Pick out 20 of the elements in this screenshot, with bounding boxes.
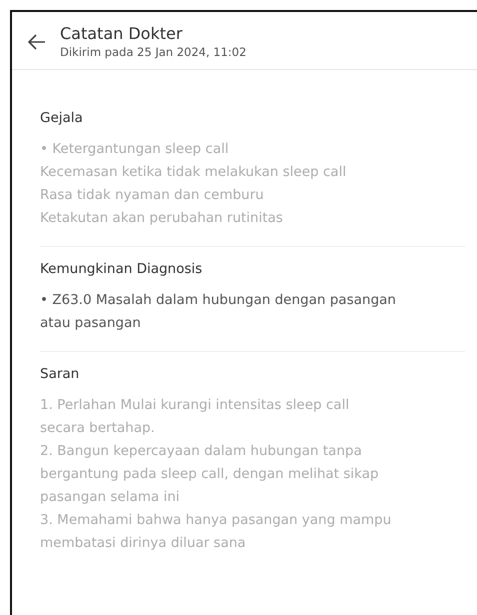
- section-title: Gejala: [40, 110, 84, 126]
- section-text: • Ketergantungan sleep call: [40, 140, 230, 159]
- section-text: bergantung pada sleep call, dengan melihat sikap: [40, 465, 380, 484]
- section-text: 3. Memahami bahwa hanya pasangan yang mampu: [40, 511, 392, 530]
- section-text: Rasa tidak nyaman dan cemburu: [40, 186, 265, 205]
- section-text: Kecemasan ketika tidak melakukan sleep call: [40, 163, 348, 182]
- section-title: Kemungkinan Diagnosis: [40, 261, 204, 277]
- section-text: membatasi dirinya diluar sana: [40, 534, 247, 553]
- sent-date: Dikirim pada 25 Jan 2024, 11:02: [60, 45, 246, 59]
- back-button[interactable]: [28, 34, 46, 50]
- section-text: atau pasangan: [40, 314, 142, 333]
- section-text: 2. Bangun kepercayaan dalam hubungan tanpa: [40, 442, 363, 461]
- section-text: 1. Perlahan Mulai kurangi intensitas sleep call: [40, 396, 350, 415]
- section-text: pasangan selama ini: [40, 488, 181, 507]
- section-text: Ketakutan akan perubahan rutinitas: [40, 209, 284, 228]
- back-arrow-icon: [28, 34, 46, 50]
- section-text: secara bertahap.: [40, 419, 156, 438]
- section-title: Saran: [40, 366, 80, 382]
- section-text: • Z63.0 Masalah dalam hubungan dengan pasangan: [40, 291, 397, 310]
- page-title: Catatan Dokter: [60, 24, 184, 43]
